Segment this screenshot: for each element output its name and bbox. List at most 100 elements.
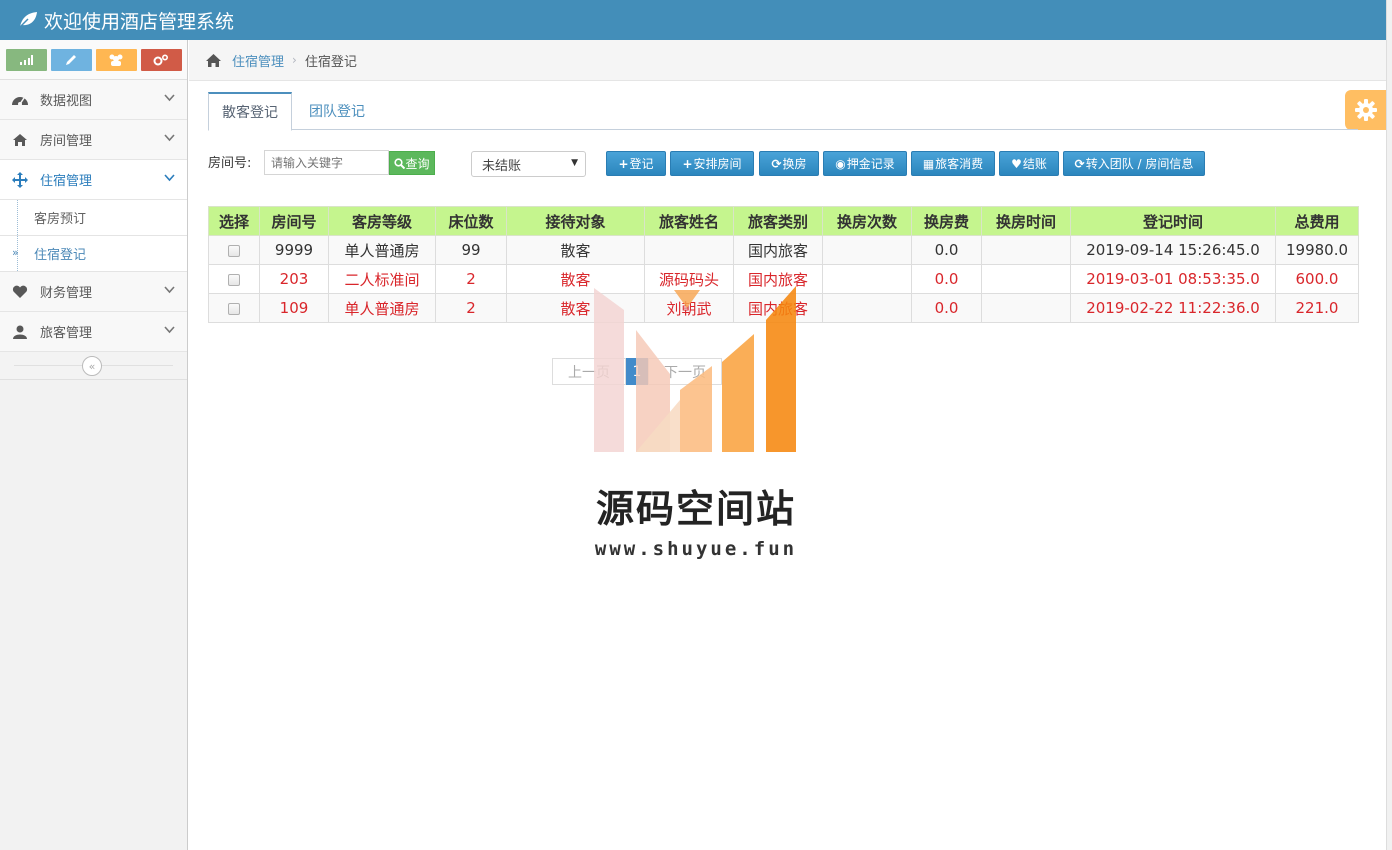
watermark-name: 源码空间站 xyxy=(595,487,796,531)
checkout-button[interactable]: ♥ 结账 xyxy=(999,151,1059,176)
column-header[interactable]: 换房时间 xyxy=(981,206,1071,236)
column-header[interactable]: 换房次数 xyxy=(822,206,912,236)
table-cell: 0.0 xyxy=(911,293,982,323)
sidebar-shortcuts xyxy=(0,40,187,80)
table-cell xyxy=(981,264,1071,294)
room-number-label: 房间号: xyxy=(208,156,252,171)
move-icon xyxy=(12,171,28,188)
table-cell: 2 xyxy=(435,264,507,294)
button-label: 换房 xyxy=(782,157,807,171)
leaf-icon xyxy=(18,12,37,29)
sidebar-subitem-label: 客房预订 xyxy=(34,212,87,227)
table-cell: 99 xyxy=(435,235,507,265)
sidebar-item-lodging[interactable]: 住宿管理 xyxy=(0,160,187,200)
sidebar-item-guests[interactable]: 旅客管理 xyxy=(0,312,187,352)
row-select-cell xyxy=(208,235,260,265)
table-cell: 109 xyxy=(259,293,329,323)
sidebar-item-dashboard[interactable]: 数据视图 xyxy=(0,80,187,120)
table-cell: 0.0 xyxy=(911,235,982,265)
table-cell: 2019-09-14 15:26:45.0 xyxy=(1070,235,1276,265)
column-header[interactable]: 总费用 xyxy=(1275,206,1359,236)
table-cell: 散客 xyxy=(506,235,645,265)
tab-individual-checkin[interactable]: 散客登记 xyxy=(208,92,292,131)
table-header-row: 选择 房间号 客房等级 床位数 接待对象 旅客姓名 旅客类别 换房次数 换房费 … xyxy=(208,206,1359,236)
chevron-down-icon xyxy=(164,174,175,182)
shortcut-stats-button[interactable] xyxy=(5,48,47,71)
button-label: 转入团队 / 房间信息 xyxy=(1085,157,1194,171)
sidebar-item-finance[interactable]: 财务管理 xyxy=(0,272,187,312)
home-icon xyxy=(13,133,27,146)
home-icon[interactable] xyxy=(205,53,222,68)
column-header[interactable]: 接待对象 xyxy=(506,206,645,236)
deposit-record-button[interactable]: ◉ 押金记录 xyxy=(823,151,907,176)
row-checkbox[interactable] xyxy=(228,244,240,257)
register-button[interactable]: + 登记 xyxy=(606,151,666,176)
table-cell xyxy=(822,293,912,323)
signal-icon xyxy=(20,54,33,65)
change-room-button[interactable]: ⟳ 换房 xyxy=(759,151,819,176)
button-label: 结账 xyxy=(1022,157,1047,171)
sidebar: 数据视图 房间管理 住宿管理 客房预订 » 住宿登记 财务管理 旅客管理 « xyxy=(0,40,188,850)
table-cell: 单人普通房 xyxy=(328,293,436,323)
breadcrumb-current: 住宿登记 xyxy=(304,54,357,70)
column-header[interactable]: 换房费 xyxy=(911,206,982,236)
watermark-url: www.shuyue.fun xyxy=(594,538,798,560)
window-scrollbar[interactable] xyxy=(1386,0,1392,850)
table-cell: 203 xyxy=(259,264,329,294)
heart-icon xyxy=(12,285,28,298)
caret-down-icon: ▼ xyxy=(571,158,578,168)
column-header[interactable]: 旅客类别 xyxy=(733,206,823,236)
sidebar-item-rooms[interactable]: 房间管理 xyxy=(0,120,187,160)
heart-icon: ♥ xyxy=(1011,156,1022,171)
table-row[interactable]: 9999 单人普通房 99 散客 国内旅客 0.0 2019-09-14 15:… xyxy=(208,235,1359,265)
status-select[interactable]: 未结账 ▼ xyxy=(471,151,586,177)
table-cell: 单人普通房 xyxy=(328,235,436,265)
status-select-value: 未结账 xyxy=(482,158,522,174)
user-icon xyxy=(13,325,27,339)
pencil-icon xyxy=(66,54,76,65)
refresh-icon: ⟳ xyxy=(771,156,782,171)
column-header[interactable]: 客房等级 xyxy=(328,206,436,236)
plus-icon: + xyxy=(682,156,693,171)
button-label: 旅客消费 xyxy=(935,157,984,171)
breadcrumb-link[interactable]: 住宿管理 xyxy=(232,51,284,70)
shortcut-edit-button[interactable] xyxy=(50,48,92,71)
button-label: 登记 xyxy=(629,157,654,171)
guest-consumption-button[interactable]: ▦ 旅客消费 xyxy=(911,151,995,176)
table-cell xyxy=(822,235,912,265)
table-cell xyxy=(644,235,734,265)
plus-icon: + xyxy=(618,156,629,171)
sidebar-item-label: 旅客管理 xyxy=(40,326,93,341)
column-header: 选择 xyxy=(208,206,260,236)
breadcrumb: 住宿管理 › 住宿登记 xyxy=(189,40,1386,81)
collapse-sidebar-button[interactable]: « xyxy=(82,356,102,376)
table-cell: 9999 xyxy=(259,235,329,265)
shortcut-settings-button[interactable] xyxy=(140,48,182,71)
assign-room-button[interactable]: + 安排房间 xyxy=(670,151,754,176)
chevron-down-icon xyxy=(164,134,175,142)
toolbar: 房间号: 查询 未结账 ▼ +登记 +安排房间 ⟳换房 ◉押金记录 ▦旅客消费 … xyxy=(208,150,1358,177)
sidebar-item-label: 房间管理 xyxy=(40,134,93,149)
row-checkbox[interactable] xyxy=(228,273,240,286)
chevron-down-icon xyxy=(164,326,175,334)
shortcut-users-button[interactable] xyxy=(95,48,137,71)
column-header[interactable]: 登记时间 xyxy=(1070,206,1276,236)
query-button[interactable]: 查询 xyxy=(389,151,435,175)
column-header[interactable]: 床位数 xyxy=(435,206,507,236)
eye-icon: ◉ xyxy=(835,156,846,171)
brand[interactable]: 欢迎使用酒店管理系统 xyxy=(18,0,234,40)
transfer-to-group-button[interactable]: ⟳ 转入团队 / 房间信息 xyxy=(1063,151,1205,176)
sidebar-subitem-checkin[interactable]: » 住宿登记 xyxy=(0,236,187,272)
tab-group-checkin[interactable]: 团队登记 xyxy=(296,92,378,130)
breadcrumb-separator-icon: › xyxy=(292,53,297,67)
sidebar-item-label: 住宿管理 xyxy=(40,174,93,189)
query-button-label: 查询 xyxy=(405,156,430,171)
sidebar-item-label: 财务管理 xyxy=(40,286,93,301)
top-navbar: 欢迎使用酒店管理系统 xyxy=(0,0,1386,40)
sidebar-subitem-booking[interactable]: 客房预订 xyxy=(0,200,187,236)
room-search-input[interactable] xyxy=(264,150,389,175)
column-header[interactable]: 房间号 xyxy=(259,206,329,236)
column-header[interactable]: 旅客姓名 xyxy=(644,206,734,236)
sidebar-collapse-bar: « xyxy=(0,352,187,380)
row-checkbox[interactable] xyxy=(228,302,240,315)
